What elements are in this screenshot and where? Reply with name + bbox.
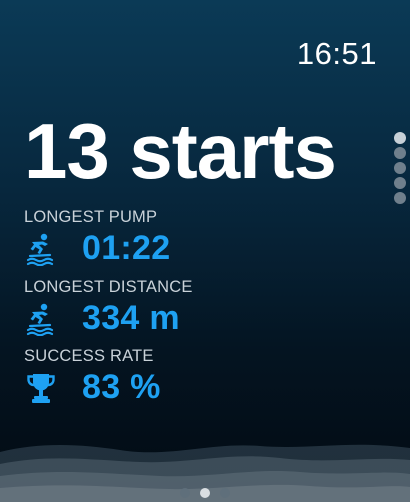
trophy-icon <box>24 370 64 406</box>
surfer-icon <box>24 231 64 267</box>
page-dot-5 <box>394 192 406 204</box>
stat-label: LONGEST PUMP <box>24 208 158 226</box>
watch-screen: 16:51 13 starts LONGEST PUMP 01:22 LONGE… <box>0 0 410 502</box>
page-dot-3 <box>394 162 406 174</box>
page-dot-2 <box>394 147 406 159</box>
stat-longest-pump: LONGEST PUMP 01:22 <box>24 208 170 268</box>
stat-value: 01:22 <box>82 229 171 267</box>
stat-success-rate: SUCCESS RATE 83 % <box>24 347 161 407</box>
page-dot-center <box>200 488 210 498</box>
stat-label: SUCCESS RATE <box>24 347 154 365</box>
starts-count-headline: 13 starts <box>24 107 337 195</box>
vertical-page-indicator[interactable] <box>394 132 406 204</box>
stat-value: 83 % <box>82 368 161 406</box>
horizontal-page-indicator[interactable] <box>0 488 410 498</box>
page-dot-right <box>220 488 230 498</box>
page-dot-1 <box>394 132 406 144</box>
page-dot-4 <box>394 177 406 189</box>
surfer-icon <box>24 301 64 337</box>
page-dot-left <box>180 488 190 498</box>
stat-label: LONGEST DISTANCE <box>24 278 193 296</box>
stat-longest-distance: LONGEST DISTANCE 334 m <box>24 278 193 338</box>
stat-value: 334 m <box>82 299 180 337</box>
status-time: 16:51 <box>296 36 377 71</box>
